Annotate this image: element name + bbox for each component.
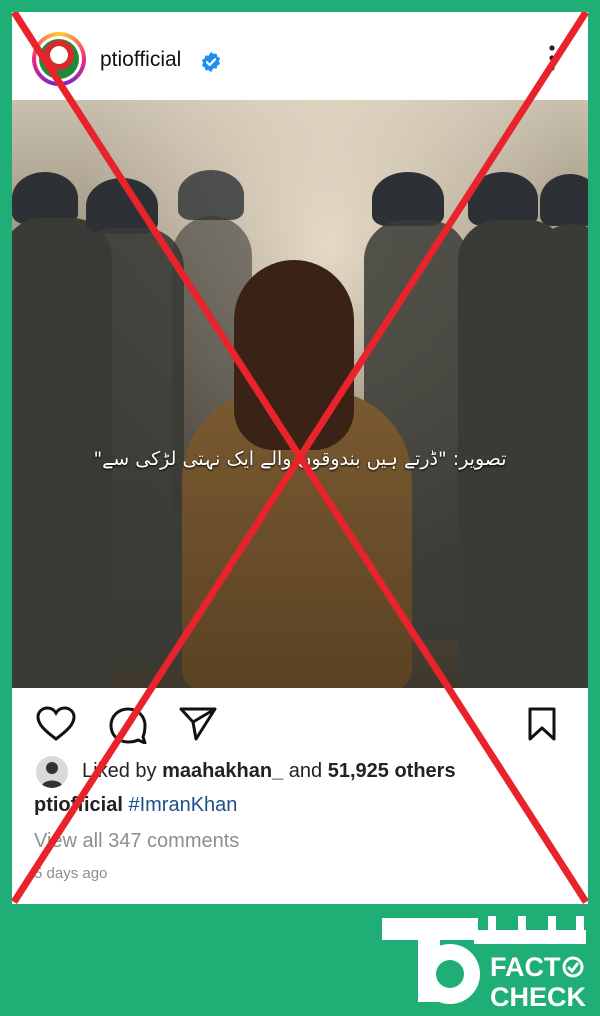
woman-hair [234,260,354,450]
profile-avatar[interactable] [32,32,86,86]
soldier-helmet [178,170,244,220]
soldier-helmet [12,172,78,224]
likes-summary: Liked by maahakhan_ and 51,925 others [82,760,456,783]
action-bar [12,688,588,758]
liker-avatar[interactable] [36,756,68,788]
soldier-helmet [86,178,158,234]
post-photo: تصویر: "ڈرتے ہیں بندوقوں والے ایک نہتی ل… [12,100,588,688]
image-overlay-caption: تصویر: "ڈرتے ہیں بندوقوں والے ایک نہتی ل… [93,448,507,470]
fact-check-logo: FACT CHECK [378,912,590,1012]
brand-fact-text: FACT [490,952,561,982]
person-silhouette-icon [41,762,63,788]
bookmark-icon[interactable] [526,706,558,742]
instagram-post-card: ptiofficial تصویر: "ڈرتے ہیں بندوقوں وال… [12,12,588,904]
avatar-inner [36,36,82,82]
post-username[interactable]: ptiofficial [100,48,181,72]
heart-icon[interactable] [36,706,76,742]
view-comments-link[interactable]: View all 347 comments [34,830,239,853]
brand-mark-icon: FACT CHECK [382,916,587,1012]
soldier-helmet [468,172,538,226]
likes-prefix: Liked by [82,760,157,782]
brand-check-text: CHECK [490,982,587,1010]
post-header: ptiofficial [12,12,588,100]
likes-others-count[interactable]: 51,925 others [328,760,456,782]
soldier-helmet [540,174,588,226]
comment-bubble-icon[interactable] [108,706,148,744]
party-logo-icon [39,39,79,79]
caption-hashtag[interactable]: #ImranKhan [128,794,237,816]
post-timestamp: 5 days ago [34,865,108,882]
soldier-helmet [372,172,444,226]
post-caption: ptiofficial #ImranKhan [34,794,237,817]
caption-username[interactable]: ptiofficial [34,794,123,816]
more-options-icon[interactable] [548,44,556,72]
liked-by-user[interactable]: maahakhan_ [162,760,283,782]
paper-plane-icon[interactable] [178,706,218,742]
likes-row: Liked by maahakhan_ and 51,925 others [36,754,576,790]
verified-badge-icon [201,51,221,73]
likes-and: and [288,760,323,782]
